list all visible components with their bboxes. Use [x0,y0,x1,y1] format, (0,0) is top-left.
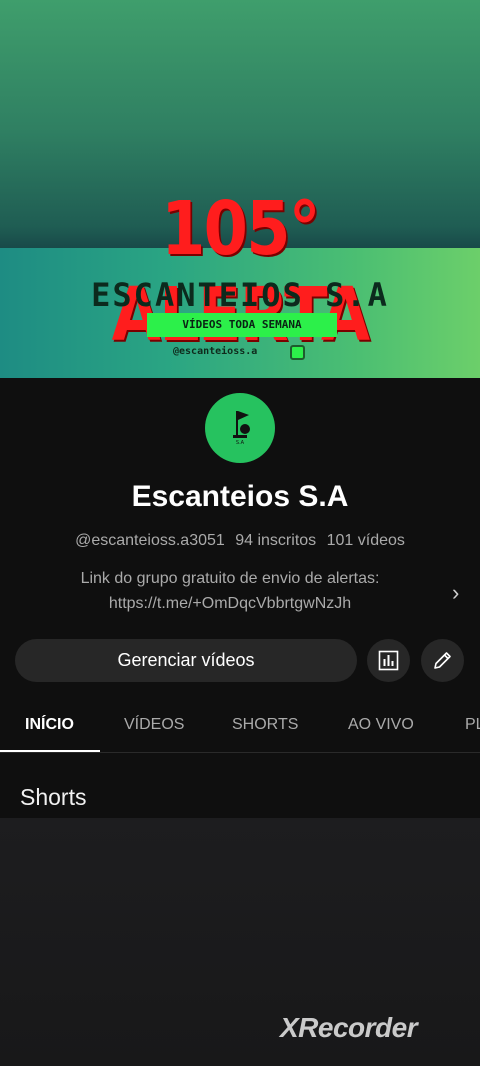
manage-videos-button[interactable]: Gerenciar vídeos [15,639,357,682]
chevron-right-icon[interactable]: › [452,580,459,606]
banner-handle: @escanteioss.a [173,346,258,357]
subscriber-count: 94 inscritos [235,532,317,549]
instagram-icon [290,345,305,360]
tab-videos[interactable]: VÍDEOS [124,700,184,752]
channel-meta: @escanteioss.a3051 94 inscritos 101 víde… [0,532,480,550]
pencil-icon [434,652,451,669]
tab-playlists[interactable]: PL [465,700,480,752]
description-line-1: Link do grupo gratuito de envio de alert… [80,570,380,587]
active-tab-indicator [0,750,100,752]
channel-name: Escanteios S.A [131,480,349,513]
channel-avatar[interactable]: S.A [205,393,275,463]
channel-banner: 105° ALERTA ESCANTEIOS S.A VÍDEOS TODA S… [0,0,480,378]
shorts-section-title: Shorts [20,784,87,810]
video-count: 101 vídeos [326,532,405,549]
flag-logo-icon: S.A [233,411,250,446]
svg-text:S.A: S.A [236,440,245,446]
channel-tabs: INÍCIO VÍDEOS SHORTS AO VIVO PL [0,700,480,753]
tab-ao-vivo[interactable]: AO VIVO [348,700,414,752]
recorder-watermark: XRecorder [280,1012,418,1043]
tab-shorts[interactable]: SHORTS [232,700,298,752]
description-link: https://t.me/+OmDqcVbbrtgwNzJh [108,595,352,612]
banner-brand: ESCANTEIOS S.A [91,276,389,314]
analytics-button[interactable] [367,639,410,682]
banner-tagline: VÍDEOS TODA SEMANA [147,313,337,337]
channel-description[interactable]: Link do grupo gratuito de envio de alert… [0,566,460,616]
tab-inicio[interactable]: INÍCIO [25,700,74,752]
edit-channel-button[interactable] [421,639,464,682]
bar-chart-icon [378,650,399,671]
channel-handle: @escanteioss.a3051 [75,532,225,549]
